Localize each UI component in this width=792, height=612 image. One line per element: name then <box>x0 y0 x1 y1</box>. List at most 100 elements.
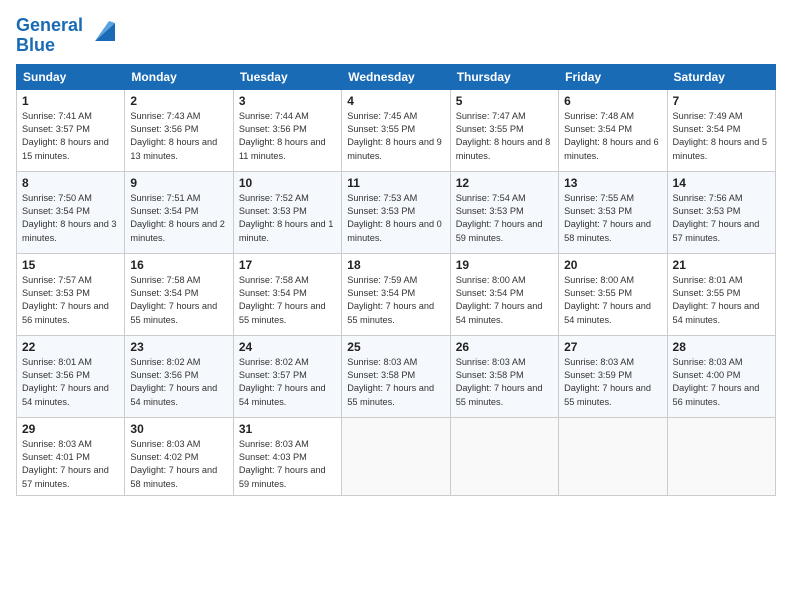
col-header-friday: Friday <box>559 64 667 89</box>
day-cell <box>450 417 558 495</box>
day-info: Sunrise: 8:03 AM Sunset: 4:03 PM Dayligh… <box>239 438 336 491</box>
day-cell: 15 Sunrise: 7:57 AM Sunset: 3:53 PM Dayl… <box>17 253 125 335</box>
day-info: Sunrise: 7:49 AM Sunset: 3:54 PM Dayligh… <box>673 110 770 163</box>
page: General Blue <box>0 0 792 612</box>
day-number: 2 <box>130 94 227 108</box>
week-row-3: 15 Sunrise: 7:57 AM Sunset: 3:53 PM Dayl… <box>17 253 776 335</box>
day-cell: 6 Sunrise: 7:48 AM Sunset: 3:54 PM Dayli… <box>559 89 667 171</box>
day-cell <box>342 417 450 495</box>
day-cell: 27 Sunrise: 8:03 AM Sunset: 3:59 PM Dayl… <box>559 335 667 417</box>
col-header-tuesday: Tuesday <box>233 64 341 89</box>
day-cell: 7 Sunrise: 7:49 AM Sunset: 3:54 PM Dayli… <box>667 89 775 171</box>
day-cell: 13 Sunrise: 7:55 AM Sunset: 3:53 PM Dayl… <box>559 171 667 253</box>
day-cell: 20 Sunrise: 8:00 AM Sunset: 3:55 PM Dayl… <box>559 253 667 335</box>
day-number: 11 <box>347 176 444 190</box>
logo-text2: Blue <box>16 36 83 56</box>
day-number: 31 <box>239 422 336 436</box>
col-header-wednesday: Wednesday <box>342 64 450 89</box>
day-info: Sunrise: 8:03 AM Sunset: 4:00 PM Dayligh… <box>673 356 770 409</box>
day-cell: 16 Sunrise: 7:58 AM Sunset: 3:54 PM Dayl… <box>125 253 233 335</box>
day-cell: 11 Sunrise: 7:53 AM Sunset: 3:53 PM Dayl… <box>342 171 450 253</box>
day-cell: 4 Sunrise: 7:45 AM Sunset: 3:55 PM Dayli… <box>342 89 450 171</box>
day-info: Sunrise: 7:54 AM Sunset: 3:53 PM Dayligh… <box>456 192 553 245</box>
day-info: Sunrise: 7:59 AM Sunset: 3:54 PM Dayligh… <box>347 274 444 327</box>
day-info: Sunrise: 7:51 AM Sunset: 3:54 PM Dayligh… <box>130 192 227 245</box>
day-cell: 23 Sunrise: 8:02 AM Sunset: 3:56 PM Dayl… <box>125 335 233 417</box>
day-info: Sunrise: 8:03 AM Sunset: 3:58 PM Dayligh… <box>456 356 553 409</box>
col-header-thursday: Thursday <box>450 64 558 89</box>
day-cell <box>559 417 667 495</box>
day-number: 23 <box>130 340 227 354</box>
day-number: 26 <box>456 340 553 354</box>
day-info: Sunrise: 7:57 AM Sunset: 3:53 PM Dayligh… <box>22 274 119 327</box>
day-info: Sunrise: 8:02 AM Sunset: 3:57 PM Dayligh… <box>239 356 336 409</box>
calendar-table: SundayMondayTuesdayWednesdayThursdayFrid… <box>16 64 776 496</box>
day-number: 7 <box>673 94 770 108</box>
day-info: Sunrise: 7:55 AM Sunset: 3:53 PM Dayligh… <box>564 192 661 245</box>
calendar-body: 1 Sunrise: 7:41 AM Sunset: 3:57 PM Dayli… <box>17 89 776 495</box>
day-info: Sunrise: 8:03 AM Sunset: 4:02 PM Dayligh… <box>130 438 227 491</box>
day-number: 18 <box>347 258 444 272</box>
day-cell: 29 Sunrise: 8:03 AM Sunset: 4:01 PM Dayl… <box>17 417 125 495</box>
day-info: Sunrise: 7:44 AM Sunset: 3:56 PM Dayligh… <box>239 110 336 163</box>
day-info: Sunrise: 8:00 AM Sunset: 3:55 PM Dayligh… <box>564 274 661 327</box>
day-number: 27 <box>564 340 661 354</box>
day-info: Sunrise: 8:01 AM Sunset: 3:56 PM Dayligh… <box>22 356 119 409</box>
day-info: Sunrise: 7:58 AM Sunset: 3:54 PM Dayligh… <box>239 274 336 327</box>
day-info: Sunrise: 7:53 AM Sunset: 3:53 PM Dayligh… <box>347 192 444 245</box>
day-number: 13 <box>564 176 661 190</box>
col-header-sunday: Sunday <box>17 64 125 89</box>
day-info: Sunrise: 7:43 AM Sunset: 3:56 PM Dayligh… <box>130 110 227 163</box>
day-info: Sunrise: 7:58 AM Sunset: 3:54 PM Dayligh… <box>130 274 227 327</box>
day-number: 5 <box>456 94 553 108</box>
day-cell: 10 Sunrise: 7:52 AM Sunset: 3:53 PM Dayl… <box>233 171 341 253</box>
day-info: Sunrise: 8:03 AM Sunset: 4:01 PM Dayligh… <box>22 438 119 491</box>
week-row-2: 8 Sunrise: 7:50 AM Sunset: 3:54 PM Dayli… <box>17 171 776 253</box>
day-cell: 1 Sunrise: 7:41 AM Sunset: 3:57 PM Dayli… <box>17 89 125 171</box>
day-number: 9 <box>130 176 227 190</box>
day-info: Sunrise: 7:47 AM Sunset: 3:55 PM Dayligh… <box>456 110 553 163</box>
day-cell: 2 Sunrise: 7:43 AM Sunset: 3:56 PM Dayli… <box>125 89 233 171</box>
week-row-1: 1 Sunrise: 7:41 AM Sunset: 3:57 PM Dayli… <box>17 89 776 171</box>
day-cell: 22 Sunrise: 8:01 AM Sunset: 3:56 PM Dayl… <box>17 335 125 417</box>
day-cell: 25 Sunrise: 8:03 AM Sunset: 3:58 PM Dayl… <box>342 335 450 417</box>
logo: General Blue <box>16 16 119 56</box>
day-cell: 12 Sunrise: 7:54 AM Sunset: 3:53 PM Dayl… <box>450 171 558 253</box>
day-info: Sunrise: 7:41 AM Sunset: 3:57 PM Dayligh… <box>22 110 119 163</box>
logo-icon <box>87 15 119 47</box>
week-row-5: 29 Sunrise: 8:03 AM Sunset: 4:01 PM Dayl… <box>17 417 776 495</box>
day-cell <box>667 417 775 495</box>
day-number: 17 <box>239 258 336 272</box>
day-cell: 5 Sunrise: 7:47 AM Sunset: 3:55 PM Dayli… <box>450 89 558 171</box>
day-cell: 28 Sunrise: 8:03 AM Sunset: 4:00 PM Dayl… <box>667 335 775 417</box>
day-number: 20 <box>564 258 661 272</box>
day-info: Sunrise: 8:02 AM Sunset: 3:56 PM Dayligh… <box>130 356 227 409</box>
day-number: 28 <box>673 340 770 354</box>
day-number: 1 <box>22 94 119 108</box>
col-header-saturday: Saturday <box>667 64 775 89</box>
day-number: 6 <box>564 94 661 108</box>
header: General Blue <box>16 16 776 56</box>
day-cell: 19 Sunrise: 8:00 AM Sunset: 3:54 PM Dayl… <box>450 253 558 335</box>
day-cell: 17 Sunrise: 7:58 AM Sunset: 3:54 PM Dayl… <box>233 253 341 335</box>
day-number: 16 <box>130 258 227 272</box>
day-cell: 30 Sunrise: 8:03 AM Sunset: 4:02 PM Dayl… <box>125 417 233 495</box>
col-header-monday: Monday <box>125 64 233 89</box>
day-number: 3 <box>239 94 336 108</box>
day-cell: 24 Sunrise: 8:02 AM Sunset: 3:57 PM Dayl… <box>233 335 341 417</box>
day-number: 30 <box>130 422 227 436</box>
day-info: Sunrise: 7:48 AM Sunset: 3:54 PM Dayligh… <box>564 110 661 163</box>
day-number: 24 <box>239 340 336 354</box>
week-row-4: 22 Sunrise: 8:01 AM Sunset: 3:56 PM Dayl… <box>17 335 776 417</box>
day-cell: 21 Sunrise: 8:01 AM Sunset: 3:55 PM Dayl… <box>667 253 775 335</box>
day-info: Sunrise: 7:56 AM Sunset: 3:53 PM Dayligh… <box>673 192 770 245</box>
day-number: 19 <box>456 258 553 272</box>
day-number: 10 <box>239 176 336 190</box>
day-cell: 3 Sunrise: 7:44 AM Sunset: 3:56 PM Dayli… <box>233 89 341 171</box>
day-info: Sunrise: 8:03 AM Sunset: 3:59 PM Dayligh… <box>564 356 661 409</box>
day-info: Sunrise: 8:03 AM Sunset: 3:58 PM Dayligh… <box>347 356 444 409</box>
day-number: 22 <box>22 340 119 354</box>
header-row: SundayMondayTuesdayWednesdayThursdayFrid… <box>17 64 776 89</box>
day-info: Sunrise: 7:52 AM Sunset: 3:53 PM Dayligh… <box>239 192 336 245</box>
day-number: 15 <box>22 258 119 272</box>
